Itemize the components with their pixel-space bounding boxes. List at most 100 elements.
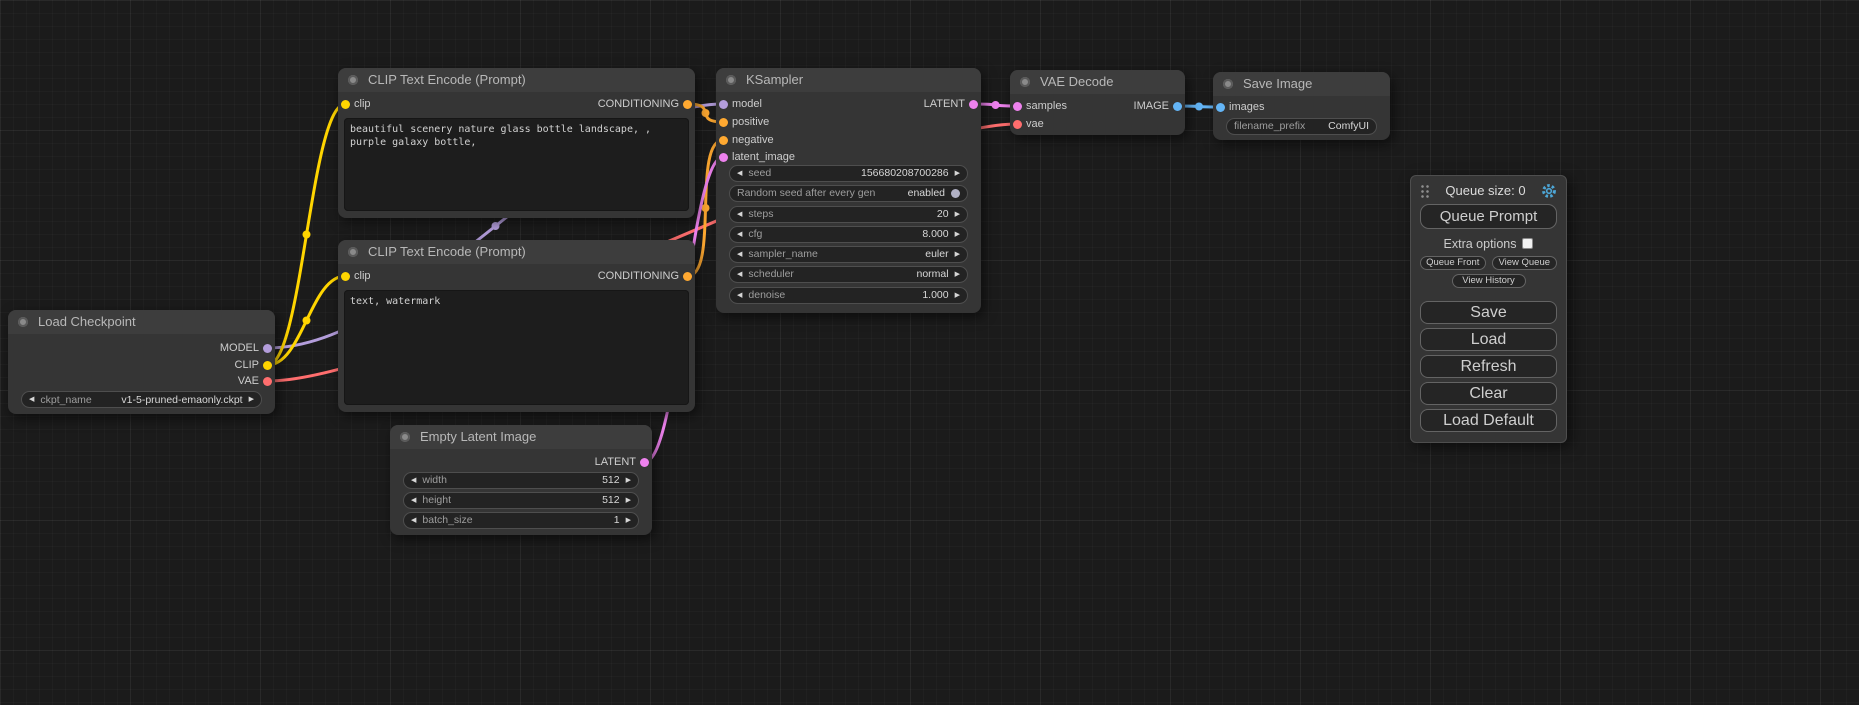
- save-button[interactable]: Save: [1420, 301, 1557, 324]
- slot-label: samples: [1026, 100, 1067, 112]
- input-port-positive[interactable]: [719, 118, 728, 127]
- widget-batch-size[interactable]: ◀ batch_size 1 ▶: [403, 512, 639, 529]
- decrement-arrow-icon[interactable]: ◀: [737, 251, 742, 258]
- collapse-dot-icon[interactable]: [726, 75, 736, 85]
- widget-seed[interactable]: ◀ seed 156680208700286 ▶: [729, 165, 968, 182]
- output-port-model[interactable]: [263, 344, 272, 353]
- settings-gear-icon[interactable]: [1541, 183, 1557, 199]
- input-port-images[interactable]: [1216, 103, 1225, 112]
- increment-arrow-icon[interactable]: ▶: [955, 292, 960, 299]
- input-port-samples[interactable]: [1013, 102, 1022, 111]
- widget-value: 8.000: [922, 228, 948, 240]
- node-title-bar[interactable]: Save Image: [1213, 72, 1390, 96]
- decrement-arrow-icon[interactable]: ◀: [737, 211, 742, 218]
- load-button[interactable]: Load: [1420, 328, 1557, 351]
- widget-value: enabled: [908, 187, 945, 199]
- toggle-dot-icon[interactable]: [951, 189, 960, 198]
- node-title-bar[interactable]: KSampler: [716, 68, 981, 92]
- increment-arrow-icon[interactable]: ▶: [626, 497, 631, 504]
- input-port-clip[interactable]: [341, 100, 350, 109]
- collapse-dot-icon[interactable]: [400, 432, 410, 442]
- increment-arrow-icon[interactable]: ▶: [955, 271, 960, 278]
- decrement-arrow-icon[interactable]: ◀: [29, 396, 34, 403]
- increment-arrow-icon[interactable]: ▶: [626, 517, 631, 524]
- widget-cfg[interactable]: ◀ cfg 8.000 ▶: [729, 226, 968, 243]
- widget-label: denoise: [748, 289, 785, 301]
- slot-label: negative: [732, 134, 774, 146]
- increment-arrow-icon[interactable]: ▶: [955, 251, 960, 258]
- increment-arrow-icon[interactable]: ▶: [955, 231, 960, 238]
- queue-prompt-button[interactable]: Queue Prompt: [1420, 204, 1557, 229]
- node-title-bar[interactable]: VAE Decode: [1010, 70, 1185, 94]
- prompt-text-area[interactable]: beautiful scenery nature glass bottle la…: [344, 118, 689, 211]
- input-slot-images: images: [1213, 100, 1264, 114]
- input-port-clip[interactable]: [341, 272, 350, 281]
- decrement-arrow-icon[interactable]: ◀: [737, 231, 742, 238]
- node-title-bar[interactable]: CLIP Text Encode (Prompt): [338, 240, 695, 264]
- widget-steps[interactable]: ◀ steps 20 ▶: [729, 206, 968, 223]
- refresh-button[interactable]: Refresh: [1420, 355, 1557, 378]
- view-queue-button[interactable]: View Queue: [1492, 256, 1558, 270]
- increment-arrow-icon[interactable]: ▶: [955, 170, 960, 177]
- node-load-checkpoint[interactable]: Load Checkpoint MODEL CLIP VAE ◀ ckpt_na…: [8, 310, 275, 414]
- widget-sampler-name[interactable]: ◀ sampler_name euler ▶: [729, 246, 968, 263]
- widget-value: 512: [602, 474, 620, 486]
- output-port-image[interactable]: [1173, 102, 1182, 111]
- widget-height[interactable]: ◀ height 512 ▶: [403, 492, 639, 509]
- graph-canvas[interactable]: Load Checkpoint MODEL CLIP VAE ◀ ckpt_na…: [0, 0, 1859, 705]
- node-title-bar[interactable]: Empty Latent Image: [390, 425, 652, 449]
- drag-handle-icon[interactable]: [1420, 183, 1430, 198]
- decrement-arrow-icon[interactable]: ◀: [411, 477, 416, 484]
- output-port-clip[interactable]: [263, 361, 272, 370]
- output-port-latent[interactable]: [969, 100, 978, 109]
- output-port-conditioning[interactable]: [683, 272, 692, 281]
- node-clip-text-encode-negative[interactable]: CLIP Text Encode (Prompt) clip CONDITION…: [338, 240, 695, 412]
- input-port-vae[interactable]: [1013, 120, 1022, 129]
- node-vae-decode[interactable]: VAE Decode samples vae IMAGE: [1010, 70, 1185, 135]
- output-port-conditioning[interactable]: [683, 100, 692, 109]
- increment-arrow-icon[interactable]: ▶: [626, 477, 631, 484]
- queue-front-button[interactable]: Queue Front: [1420, 256, 1486, 270]
- collapse-dot-icon[interactable]: [1223, 79, 1233, 89]
- node-title-bar[interactable]: Load Checkpoint: [8, 310, 275, 334]
- output-port-latent[interactable]: [640, 458, 649, 467]
- node-title-bar[interactable]: CLIP Text Encode (Prompt): [338, 68, 695, 92]
- widget-scheduler[interactable]: ◀ scheduler normal ▶: [729, 266, 968, 283]
- decrement-arrow-icon[interactable]: ◀: [737, 170, 742, 177]
- collapse-dot-icon[interactable]: [18, 317, 28, 327]
- decrement-arrow-icon[interactable]: ◀: [411, 517, 416, 524]
- collapse-dot-icon[interactable]: [348, 247, 358, 257]
- decrement-arrow-icon[interactable]: ◀: [737, 271, 742, 278]
- node-ksampler[interactable]: KSampler model positive negative latent_…: [716, 68, 981, 313]
- input-port-negative[interactable]: [719, 136, 728, 145]
- collapse-dot-icon[interactable]: [1020, 77, 1030, 87]
- input-port-model[interactable]: [719, 100, 728, 109]
- decrement-arrow-icon[interactable]: ◀: [411, 497, 416, 504]
- widget-denoise[interactable]: ◀ denoise 1.000 ▶: [729, 287, 968, 304]
- widget-width[interactable]: ◀ width 512 ▶: [403, 472, 639, 489]
- widget-ckpt-name[interactable]: ◀ ckpt_name v1-5-pruned-emaonly.ckpt ▶: [21, 391, 262, 408]
- view-history-button[interactable]: View History: [1452, 274, 1526, 288]
- collapse-dot-icon[interactable]: [348, 75, 358, 85]
- slot-label: VAE: [238, 375, 259, 387]
- clear-button[interactable]: Clear: [1420, 382, 1557, 405]
- node-empty-latent-image[interactable]: Empty Latent Image LATENT ◀ width 512 ▶ …: [390, 425, 652, 535]
- load-default-button[interactable]: Load Default: [1420, 409, 1557, 432]
- node-save-image[interactable]: Save Image images filename_prefix ComfyU…: [1213, 72, 1390, 140]
- node-title: KSampler: [746, 72, 803, 87]
- increment-arrow-icon[interactable]: ▶: [249, 396, 254, 403]
- slot-label: LATENT: [924, 98, 965, 110]
- prompt-text-area[interactable]: text, watermark: [344, 290, 689, 405]
- node-clip-text-encode-positive[interactable]: CLIP Text Encode (Prompt) clip CONDITION…: [338, 68, 695, 218]
- widget-filename-prefix[interactable]: filename_prefix ComfyUI: [1226, 118, 1377, 135]
- extra-options-checkbox[interactable]: [1522, 238, 1533, 249]
- output-port-vae[interactable]: [263, 377, 272, 386]
- slot-label: CONDITIONING: [598, 98, 679, 110]
- input-slot-clip: clip: [338, 97, 371, 111]
- queue-panel: Queue size: 0 Queue Prompt Extra options…: [1410, 175, 1567, 443]
- decrement-arrow-icon[interactable]: ◀: [737, 292, 742, 299]
- input-port-latent-image[interactable]: [719, 153, 728, 162]
- increment-arrow-icon[interactable]: ▶: [955, 211, 960, 218]
- widget-label: filename_prefix: [1234, 120, 1305, 132]
- widget-random-seed-toggle[interactable]: Random seed after every gen enabled: [729, 185, 968, 202]
